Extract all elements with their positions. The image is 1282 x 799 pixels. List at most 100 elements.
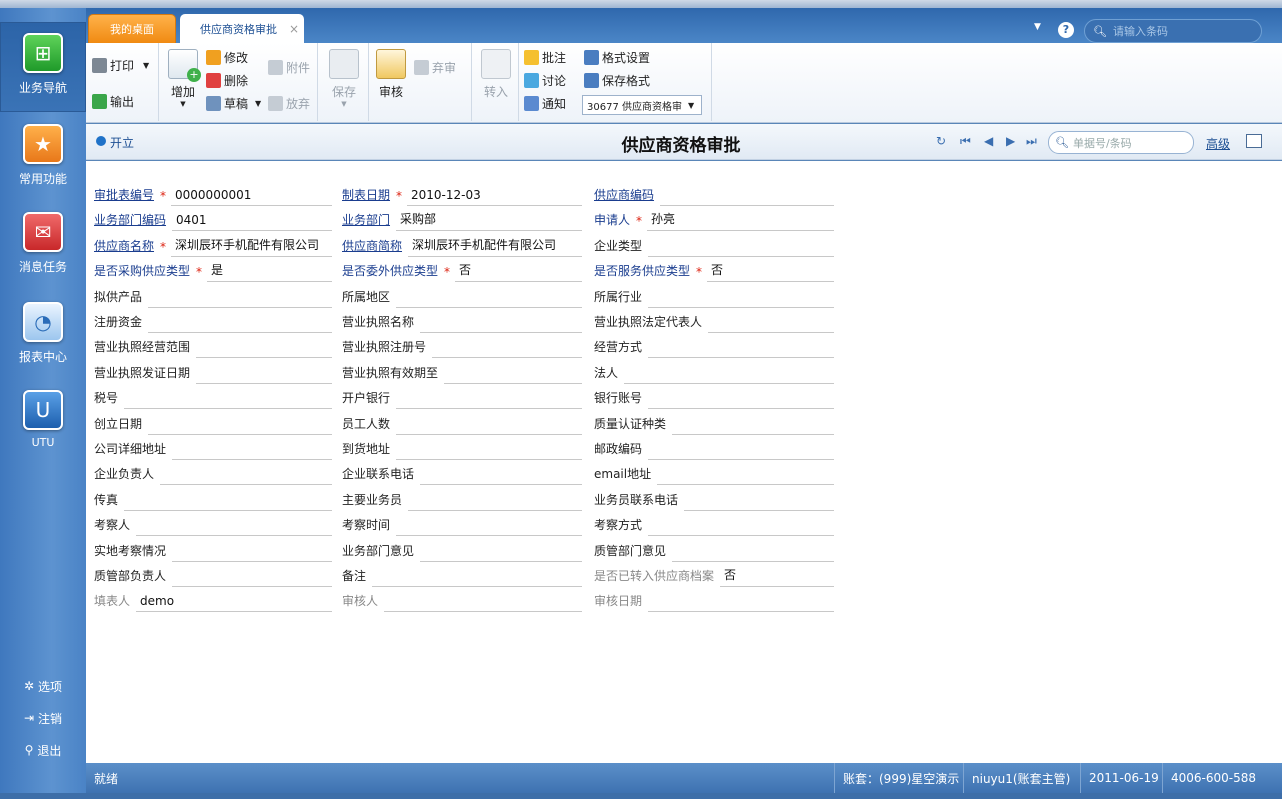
- nav-logout[interactable]: ⇥ 注销: [0, 708, 86, 728]
- field-label[interactable]: 供应商编码: [594, 186, 654, 206]
- field-value[interactable]: [672, 431, 834, 435]
- field-value[interactable]: 否: [455, 261, 582, 283]
- field-value[interactable]: 否: [720, 566, 834, 587]
- field-label[interactable]: 供应商简称: [342, 237, 402, 257]
- field-label[interactable]: 供应商名称: [94, 237, 154, 257]
- field-value[interactable]: demo: [136, 594, 332, 613]
- field-value[interactable]: [196, 354, 332, 359]
- discuss-button[interactable]: 讨论: [524, 72, 566, 89]
- field-label[interactable]: 审批表编号: [94, 186, 154, 206]
- field-value[interactable]: [420, 558, 582, 562]
- field-value[interactable]: [648, 354, 834, 359]
- field-label[interactable]: 业务部门: [342, 211, 390, 231]
- field-value[interactable]: [396, 431, 582, 435]
- edit-button[interactable]: 修改: [206, 49, 248, 66]
- previous-record-icon[interactable]: ◀: [984, 134, 993, 148]
- advanced-search-link[interactable]: 高级: [1206, 135, 1230, 152]
- field-value[interactable]: [432, 354, 582, 359]
- field-value[interactable]: 深圳辰环手机配件有限公司: [171, 236, 332, 257]
- field-value[interactable]: [648, 253, 834, 257]
- field-value[interactable]: [172, 558, 332, 562]
- field-value[interactable]: [148, 431, 332, 435]
- save-format-button[interactable]: 保存格式: [584, 72, 650, 89]
- field-value[interactable]: [657, 481, 834, 486]
- field-value[interactable]: 孙亮: [647, 210, 834, 232]
- field-value[interactable]: [396, 532, 582, 537]
- help-icon[interactable]: ?: [1058, 22, 1074, 38]
- close-icon[interactable]: ×: [289, 22, 299, 36]
- field-value[interactable]: 2010-12-03: [407, 188, 582, 206]
- field-value[interactable]: [160, 481, 332, 486]
- field-value[interactable]: [648, 532, 834, 537]
- nav-messages[interactable]: ✉ 消息任务: [0, 208, 86, 288]
- field-label[interactable]: 制表日期: [342, 186, 390, 206]
- field-value[interactable]: 是: [207, 261, 332, 283]
- first-record-icon[interactable]: ⏮: [960, 134, 971, 149]
- nav-favorites[interactable]: ★ 常用功能: [0, 120, 86, 200]
- field-value[interactable]: [396, 456, 582, 460]
- field-value[interactable]: [124, 507, 332, 511]
- edit-label: 修改: [224, 51, 249, 65]
- field-value[interactable]: [124, 405, 332, 410]
- last-record-icon[interactable]: ⏭: [1026, 134, 1037, 149]
- field-value[interactable]: [624, 380, 834, 384]
- export-button[interactable]: 输出: [92, 93, 134, 110]
- format-select[interactable]: 30677 供应商资格审 ▼: [582, 95, 702, 115]
- field-value[interactable]: [396, 304, 582, 308]
- field-value[interactable]: [384, 608, 582, 613]
- nav-utu[interactable]: U UTU: [0, 386, 86, 466]
- nav-options[interactable]: ✲ 选项: [0, 676, 86, 696]
- next-record-icon[interactable]: ▶: [1006, 134, 1015, 148]
- field-value[interactable]: [648, 304, 834, 308]
- field-value[interactable]: [648, 456, 834, 460]
- nav-exit[interactable]: ⚲ 退出: [0, 740, 86, 760]
- audit-button[interactable]: 审核: [376, 49, 406, 100]
- field-value[interactable]: [196, 380, 332, 384]
- field-value[interactable]: [148, 329, 332, 333]
- field-value[interactable]: [660, 202, 834, 206]
- field-value[interactable]: 否: [707, 261, 834, 283]
- notify-button[interactable]: 通知: [524, 95, 566, 112]
- delete-button[interactable]: 删除: [206, 72, 248, 89]
- field-value[interactable]: [372, 583, 582, 587]
- field-value[interactable]: 0401: [172, 213, 332, 232]
- document-search-input[interactable]: 🔍︎ 单据号/条码: [1048, 131, 1194, 154]
- field-value[interactable]: 深圳辰环手机配件有限公司: [408, 236, 582, 257]
- field-value[interactable]: 0000000001: [171, 188, 332, 206]
- field-label[interactable]: 业务部门编码: [94, 211, 166, 231]
- transfer-button[interactable]: 转入: [481, 49, 511, 100]
- save-button[interactable]: 保存 ▼: [329, 49, 359, 108]
- field-value[interactable]: 采购部: [396, 210, 582, 232]
- format-settings-button[interactable]: 格式设置: [584, 49, 650, 66]
- field-value[interactable]: [648, 405, 834, 410]
- attach-button[interactable]: 附件: [268, 59, 310, 76]
- nav-business[interactable]: ⊞ 业务导航: [0, 22, 86, 112]
- annotate-button[interactable]: 批注: [524, 49, 566, 66]
- print-button[interactable]: 打印 ▼: [92, 57, 149, 74]
- add-button[interactable]: + 增加 ▼: [168, 49, 201, 108]
- field-value[interactable]: [444, 380, 582, 384]
- field-value[interactable]: [148, 304, 332, 308]
- discard-button[interactable]: 放弃: [268, 95, 310, 112]
- tab-supplier-approval[interactable]: 供应商资格审批 ×: [180, 14, 304, 43]
- field-value[interactable]: [408, 507, 582, 511]
- field-value[interactable]: [648, 608, 834, 613]
- form-field: 邮政编码: [594, 438, 834, 460]
- abandon-audit-button[interactable]: 弃审: [414, 59, 456, 76]
- nav-reports[interactable]: ◔ 报表中心: [0, 298, 86, 378]
- field-value[interactable]: [396, 405, 582, 410]
- refresh-icon[interactable]: ↻: [936, 134, 946, 148]
- field-value[interactable]: [172, 583, 332, 587]
- field-value[interactable]: [420, 481, 582, 486]
- field-value[interactable]: [672, 558, 834, 562]
- tab-home[interactable]: 我的桌面: [88, 14, 176, 43]
- top-search-input[interactable]: 🔍︎ 请输入条码: [1084, 19, 1262, 43]
- draft-button[interactable]: 草稿 ▼: [206, 95, 261, 112]
- field-value[interactable]: [708, 329, 834, 333]
- field-value[interactable]: [684, 507, 834, 511]
- chevron-down-icon[interactable]: ▼: [1034, 22, 1041, 32]
- field-value[interactable]: [420, 329, 582, 333]
- field-value[interactable]: [172, 456, 332, 460]
- grid-view-icon[interactable]: [1246, 134, 1262, 148]
- field-value[interactable]: [136, 532, 332, 537]
